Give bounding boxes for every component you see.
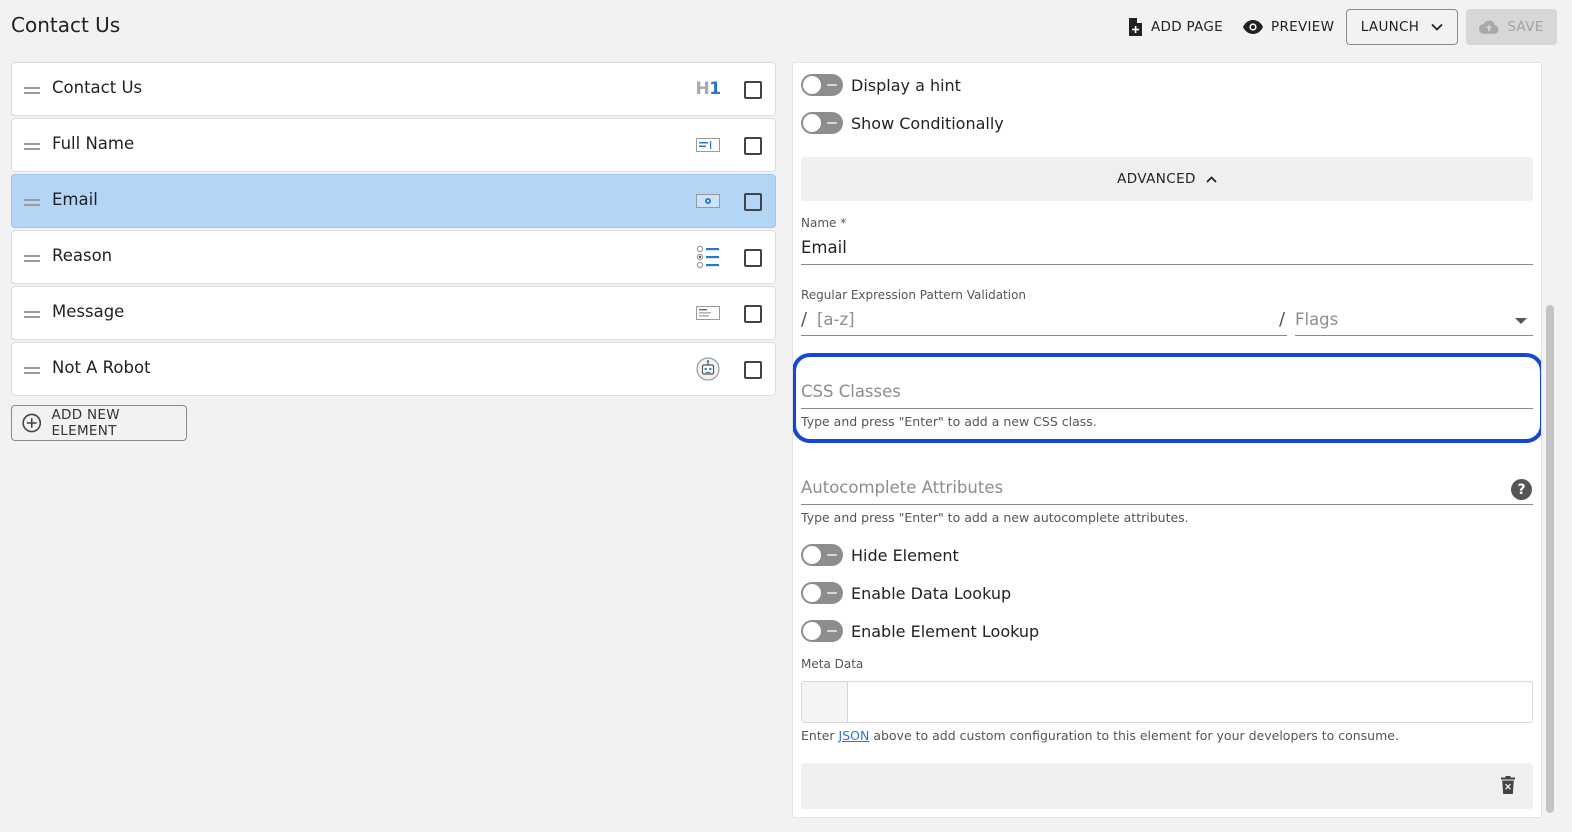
drag-handle-icon[interactable] xyxy=(24,87,40,97)
element-list: Contact Us H1 Full Name Email Reason Mes… xyxy=(11,62,776,398)
chevron-up-icon xyxy=(1206,175,1217,183)
element-label: Reason xyxy=(52,246,113,265)
drag-handle-icon[interactable] xyxy=(24,255,40,265)
meta-data-gutter xyxy=(802,682,848,722)
dropdown-arrow-icon[interactable] xyxy=(1515,318,1527,324)
text-field-icon xyxy=(696,133,720,157)
flags-select-underline xyxy=(1295,335,1533,336)
hide-element-label: Hide Element xyxy=(851,545,959,565)
hide-element-toggle-row[interactable]: Hide Element xyxy=(801,542,959,568)
enable-data-lookup-label: Enable Data Lookup xyxy=(851,583,1012,603)
chevron-down-icon xyxy=(1431,23,1443,31)
eye-icon xyxy=(1243,20,1263,34)
element-row-full-name[interactable]: Full Name xyxy=(11,118,776,172)
help-icon[interactable]: ? xyxy=(1511,479,1532,500)
robot-icon xyxy=(696,357,720,381)
advanced-section-toggle[interactable]: ADVANCED xyxy=(801,157,1533,201)
preview-button[interactable]: PREVIEW xyxy=(1243,12,1334,42)
page-title: Contact Us xyxy=(11,13,121,37)
name-input[interactable]: Email xyxy=(801,238,847,257)
top-bar: Contact Us ADD PAGE PREVIEW LAUNCH SAVE xyxy=(0,0,1572,56)
enable-element-lookup-label: Enable Element Lookup xyxy=(851,621,1040,641)
element-checkbox[interactable] xyxy=(744,305,762,323)
plus-circle-icon xyxy=(22,413,42,433)
element-checkbox[interactable] xyxy=(744,81,762,99)
settings-scrollbar-thumb[interactable] xyxy=(1546,305,1554,813)
element-settings-panel: Display a hint Show Conditionally ADVANC… xyxy=(792,62,1542,818)
advanced-label: ADVANCED xyxy=(1117,171,1196,187)
drag-handle-icon[interactable] xyxy=(24,143,40,153)
add-new-element-label: ADD NEW ELEMENT xyxy=(51,407,120,439)
enable-element-lookup-toggle-row[interactable]: Enable Element Lookup xyxy=(801,618,1039,644)
show-conditionally-toggle-row[interactable]: Show Conditionally xyxy=(801,110,1004,136)
element-label: Full Name xyxy=(52,134,135,153)
element-checkbox[interactable] xyxy=(744,137,762,155)
json-link[interactable]: JSON xyxy=(839,728,870,743)
enable-data-lookup-toggle-row[interactable]: Enable Data Lookup xyxy=(801,580,1011,606)
autocomplete-helper: Type and press "Enter" to add a new auto… xyxy=(801,510,1189,525)
element-checkbox[interactable] xyxy=(744,361,762,379)
save-label: SAVE xyxy=(1507,19,1544,35)
launch-label: LAUNCH xyxy=(1360,19,1420,35)
flags-select[interactable]: Flags xyxy=(1295,310,1338,329)
element-row-not-a-robot[interactable]: Not A Robot xyxy=(11,342,776,396)
name-input-underline xyxy=(801,264,1533,265)
element-row-contact-us[interactable]: Contact Us H1 xyxy=(11,62,776,116)
element-row-reason[interactable]: Reason xyxy=(11,230,776,284)
hide-element-toggle[interactable] xyxy=(801,544,843,566)
element-label: Not A Robot xyxy=(52,358,151,377)
name-field-label: Name * xyxy=(801,216,847,230)
radio-list-icon xyxy=(696,245,720,269)
save-button[interactable]: SAVE xyxy=(1466,9,1557,45)
meta-data-editor[interactable] xyxy=(801,681,1533,723)
preview-label: PREVIEW xyxy=(1271,19,1335,35)
css-classes-underline xyxy=(801,408,1533,409)
autocomplete-underline xyxy=(801,504,1533,505)
css-classes-input[interactable]: CSS Classes xyxy=(801,382,901,401)
heading-h1-icon: H1 xyxy=(695,79,721,99)
regex-pattern-input[interactable]: [a-z] xyxy=(817,310,855,329)
element-actions-bar xyxy=(801,763,1533,809)
drag-handle-icon[interactable] xyxy=(24,311,40,321)
element-row-email[interactable]: Email xyxy=(11,174,776,228)
display-hint-toggle[interactable] xyxy=(801,74,843,96)
element-checkbox[interactable] xyxy=(744,193,762,211)
add-new-element-button[interactable]: ADD NEW ELEMENT xyxy=(11,405,187,441)
drag-handle-icon[interactable] xyxy=(24,367,40,377)
launch-button[interactable]: LAUNCH xyxy=(1346,9,1458,45)
email-field-icon xyxy=(696,189,720,213)
display-hint-label: Display a hint xyxy=(851,75,961,95)
flags-slash: / xyxy=(1279,309,1286,330)
meta-data-helper: Enter JSON above to add custom configura… xyxy=(801,728,1399,743)
textarea-icon xyxy=(696,301,720,325)
css-classes-highlight xyxy=(793,353,1541,443)
element-row-message[interactable]: Message xyxy=(11,286,776,340)
element-label: Email xyxy=(52,190,98,209)
display-hint-toggle-row[interactable]: Display a hint xyxy=(801,72,961,98)
regex-field-label: Regular Expression Pattern Validation xyxy=(801,288,1027,302)
cloud-upload-icon xyxy=(1479,20,1499,34)
autocomplete-attributes-input[interactable]: Autocomplete Attributes xyxy=(801,478,1003,497)
file-add-icon xyxy=(1129,18,1142,36)
delete-icon[interactable] xyxy=(1501,776,1515,794)
show-conditionally-label: Show Conditionally xyxy=(851,113,1004,133)
drag-handle-icon[interactable] xyxy=(24,199,40,209)
meta-data-label: Meta Data xyxy=(801,657,864,671)
add-page-label: ADD PAGE xyxy=(1151,19,1223,35)
enable-element-lookup-toggle[interactable] xyxy=(801,620,843,642)
regex-slash: / xyxy=(801,309,808,330)
enable-data-lookup-toggle[interactable] xyxy=(801,582,843,604)
add-page-button[interactable]: ADD PAGE xyxy=(1127,12,1223,42)
css-classes-helper: Type and press "Enter" to add a new CSS … xyxy=(801,414,1097,429)
element-label: Contact Us xyxy=(52,78,143,97)
regex-input-underline xyxy=(801,335,1287,336)
element-checkbox[interactable] xyxy=(744,249,762,267)
element-label: Message xyxy=(52,302,125,321)
show-conditionally-toggle[interactable] xyxy=(801,112,843,134)
